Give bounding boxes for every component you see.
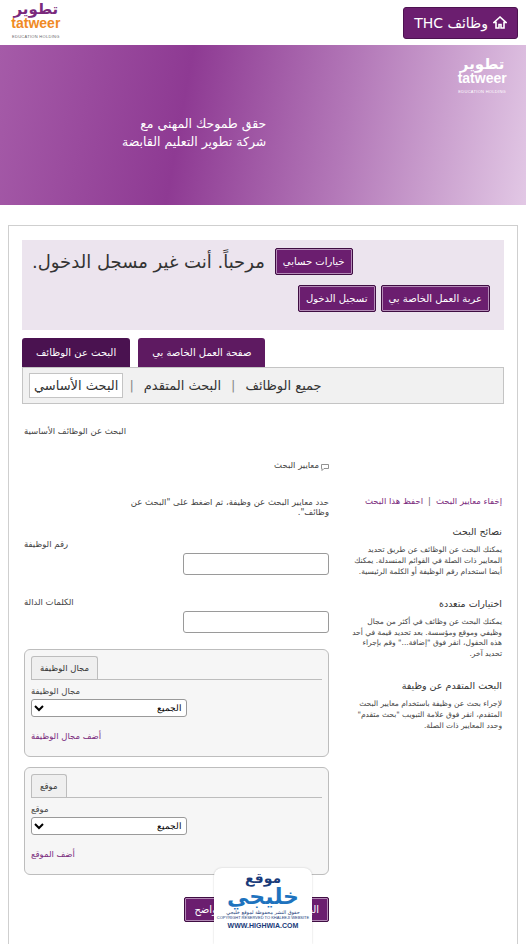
group-label: مجال الوظيفة bbox=[31, 686, 322, 696]
tab[interactable]: صفحة العمل الخاصة بي bbox=[138, 338, 265, 367]
watermark-copyright: COPYRIGHT RESERVED TO KHALEEJI WEBSITE bbox=[217, 916, 309, 920]
logo-english: tatweer bbox=[458, 71, 507, 85]
criteria-group: موقع موقع الجميع أضف الموقع bbox=[24, 767, 329, 875]
login-button[interactable]: تسجيل الدخول bbox=[298, 285, 376, 312]
tip-text: يمكنك البحث عن وظائف في أكثر من مجال وظي… bbox=[347, 617, 502, 661]
search-type-bar: جميع الوظائف | البحث المتقدم | البحث الأساسي bbox=[22, 367, 504, 404]
criteria-heading: معايير البحث bbox=[274, 456, 329, 475]
tab-label: صفحة العمل الخاصة بي bbox=[152, 347, 251, 358]
group-label: موقع bbox=[31, 804, 322, 814]
group-body: موقع الجميع أضف الموقع bbox=[31, 797, 322, 859]
content: البحث عن الوظائف الأساسية معايير البحث حدد… bbox=[22, 404, 504, 922]
tab-bar: البحث عن الوظائف صفحة العمل الخاصة بي bbox=[22, 338, 504, 367]
separator: | bbox=[428, 496, 431, 506]
search-type-tab[interactable]: جميع الوظائف bbox=[241, 374, 325, 397]
tip-title: اختيارات متعددة bbox=[347, 598, 502, 609]
search-form: البحث عن الوظائف الأساسية معايير البحث حدد… bbox=[24, 404, 329, 922]
welcome-message: مرحباً. أنت غير مسجل الدخول. bbox=[32, 251, 265, 272]
jobs-home-button[interactable]: THC وظائف bbox=[403, 7, 518, 39]
tip-title: نصائح البحث bbox=[347, 526, 502, 537]
logo-english: tatweer bbox=[11, 16, 60, 30]
tip: نصائح البحث يمكنك البحث عن الوظائف عن طري… bbox=[347, 526, 502, 578]
watermark-top: موقع bbox=[245, 871, 281, 885]
tip: اختيارات متعددة يمكنك البحث عن وظائف في أ… bbox=[347, 598, 502, 661]
tip-text: لإجراء بحث عن وظيفة باستخدام معايير البح… bbox=[347, 699, 502, 732]
field-label: الكلمات الدالة bbox=[24, 597, 329, 607]
watermark-url: WWW.HIGHWIA.COM bbox=[228, 922, 299, 929]
banner-line: شركة تطوير التعليم القابضة bbox=[122, 133, 266, 151]
separator: | bbox=[231, 378, 235, 393]
search-title: البحث عن الوظائف الأساسية bbox=[24, 426, 329, 436]
banner-logo: تطويرtatweerEDUCATION HOLDING bbox=[454, 57, 510, 205]
tip-text: يمكنك البحث عن الوظائف عن طريق تحديد الم… bbox=[347, 545, 502, 578]
jobs-home-label: THC وظائف bbox=[414, 15, 488, 31]
add-link[interactable]: أضف مجال الوظيفة bbox=[31, 731, 322, 741]
search-links: إخفاء معايير البحث | احفظ هذا البحث bbox=[347, 496, 502, 506]
group-select[interactable]: الجميع bbox=[31, 699, 187, 717]
logo-arabic: تطوير bbox=[460, 57, 505, 72]
job-number-input[interactable] bbox=[183, 553, 329, 575]
search-type-tab[interactable]: البحث المتقدم bbox=[140, 374, 225, 397]
criteria-icon bbox=[321, 456, 329, 475]
welcome-row: خيارات حسابي مرحباً. أنت غير مسجل الدخول. bbox=[32, 248, 490, 275]
search-type-tab[interactable]: البحث الأساسي bbox=[29, 373, 123, 398]
criteria-label: معايير البحث bbox=[274, 460, 319, 470]
group-tab: موقع bbox=[31, 774, 67, 797]
account-options-button[interactable]: خيارات حسابي bbox=[275, 248, 353, 275]
logo-arabic: تطوير bbox=[14, 2, 59, 17]
save-search-link[interactable]: احفظ هذا البحث bbox=[365, 496, 423, 506]
group-tab: مجال الوظيفة bbox=[31, 656, 98, 679]
header: تطويرtatweerEDUCATION HOLDING THC وظائف bbox=[0, 0, 526, 45]
tip: البحث المتقدم عن وظيفة لإجراء بحث عن وظيف… bbox=[347, 680, 502, 732]
field-label: رقم الوظيفة bbox=[24, 539, 329, 549]
criteria-group: مجال الوظيفة مجال الوظيفة الجميع أضف مجال ا… bbox=[24, 649, 329, 757]
group-select[interactable]: الجميع bbox=[31, 817, 187, 835]
main-panel: خيارات حسابي مرحباً. أنت غير مسجل الدخول.… bbox=[8, 225, 518, 944]
banner-line: حقق طموحك المهني مع bbox=[122, 115, 266, 133]
keywords-input[interactable] bbox=[183, 611, 329, 633]
group-body: مجال الوظيفة الجميع أضف مجال الوظيفة bbox=[31, 679, 322, 741]
watermark-name: خليجي bbox=[227, 886, 299, 908]
logo-subtitle: EDUCATION HOLDING bbox=[8, 31, 64, 43]
tip-title: البحث المتقدم عن وظيفة bbox=[347, 680, 502, 691]
tab-label: البحث عن الوظائف bbox=[36, 347, 116, 358]
hide-criteria-link[interactable]: إخفاء معايير البحث bbox=[436, 496, 502, 506]
tatweer-logo: تطويرtatweerEDUCATION HOLDING bbox=[8, 2, 64, 43]
watermark: موقعخليجي حقوق النشر محفوظة لموقع خليجيCO… bbox=[214, 868, 312, 944]
home-icon bbox=[493, 16, 507, 29]
instruction: حدد معايير البحث عن وظيفة، ثم اضغط على "… bbox=[101, 497, 329, 517]
add-link[interactable]: أضف الموقع bbox=[31, 849, 322, 859]
banner-text: حقق طموحك المهني معشركة تطوير التعليم ال… bbox=[122, 115, 266, 205]
welcome-buttons: عربة العمل الخاصة بيتسجيل الدخول bbox=[32, 285, 490, 312]
separator: | bbox=[129, 378, 133, 393]
tab[interactable]: البحث عن الوظائف bbox=[22, 338, 130, 367]
welcome-box: خيارات حسابي مرحباً. أنت غير مسجل الدخول.… bbox=[22, 240, 504, 330]
watermark-rights: حقوق النشر محفوظة لموقع خليجي bbox=[226, 910, 299, 915]
banner: حقق طموحك المهني معشركة تطوير التعليم ال… bbox=[0, 45, 526, 205]
logo-subtitle: EDUCATION HOLDING bbox=[454, 86, 510, 98]
search-tips: إخفاء معايير البحث | احفظ هذا البحث نصائح ا… bbox=[347, 404, 502, 922]
job-cart-button[interactable]: عربة العمل الخاصة بي bbox=[381, 285, 490, 312]
